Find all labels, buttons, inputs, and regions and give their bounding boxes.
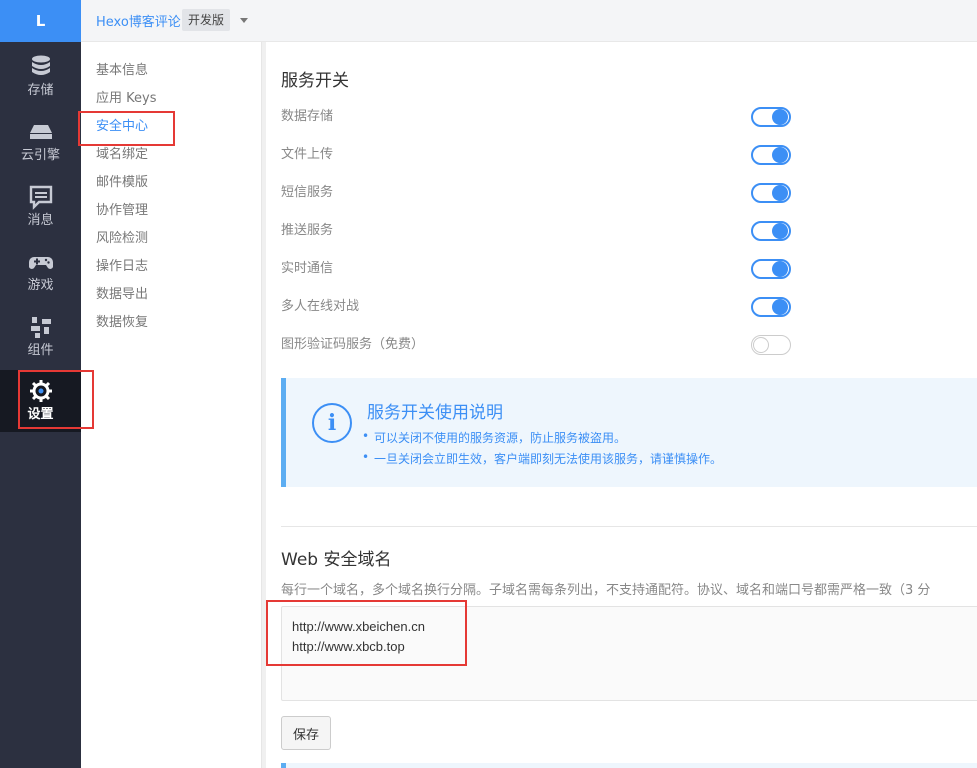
app-logo[interactable]: L [0, 0, 81, 42]
toggle-knob [753, 337, 769, 353]
nav-game-label: 游戏 [27, 278, 54, 293]
service-row: 实时通信 [281, 258, 791, 280]
web-domain-description: 每行一个域名，多个域名换行分隔。子域名需每条列出，不支持通配符。协议、域名和端口… [281, 583, 931, 598]
toggle-knob [772, 261, 788, 277]
subnav-item-collaboration[interactable]: 协作管理 [96, 201, 148, 221]
toggle-knob [772, 147, 788, 163]
env-badge: 开发版 [182, 9, 231, 31]
subnav-item-risk-detection[interactable]: 风险检测 [96, 229, 148, 249]
nav-cloud-engine[interactable]: 云引擎 [0, 111, 81, 173]
service-row: 多人在线对战 [281, 296, 791, 318]
info-callout: i 服务开关使用说明 可以关闭不使用的服务资源，防止服务被盗用。 一旦关闭会立即… [281, 378, 977, 487]
main-nav-rail: L 存储 云引擎 消息 游戏 组件 设置 [0, 0, 81, 768]
services-section-title: 服务开关 [281, 71, 349, 91]
service-toggle[interactable] [751, 145, 791, 165]
subnav-item-email-templates[interactable]: 邮件模版 [96, 173, 148, 193]
gear-icon [29, 380, 52, 402]
info-line: 一旦关闭会立即生效，客户端即刻无法使用该服务，请谨慎操作。 [362, 450, 722, 467]
info-icon: i [312, 403, 352, 443]
service-toggle[interactable] [751, 335, 791, 355]
subnav-item-basic-info[interactable]: 基本信息 [96, 61, 148, 81]
service-toggle[interactable] [751, 221, 791, 241]
settings-subnav: 基本信息 应用 Keys 安全中心 域名绑定 邮件模版 协作管理 风险检测 操作… [81, 42, 262, 768]
app-switcher-name[interactable]: Hexo博客评论 [96, 11, 181, 30]
nav-settings[interactable]: 设置 [0, 370, 81, 432]
service-label: 短信服务 [281, 185, 334, 200]
nav-cloud-engine-label: 云引擎 [20, 148, 60, 163]
info-title: 服务开关使用说明 [367, 403, 503, 423]
nav-storage[interactable]: 存储 [0, 46, 81, 108]
next-callout-edge [281, 763, 977, 768]
toggle-knob [772, 223, 788, 239]
nav-game[interactable]: 游戏 [0, 241, 81, 303]
main-content: 服务开关 数据存储 文件上传 短信服务 推送服务 实时通信 多人在线对战 图形验… [266, 42, 977, 768]
toggle-knob [772, 109, 788, 125]
components-icon [30, 317, 51, 338]
subnav-item-app-keys[interactable]: 应用 Keys [96, 89, 156, 109]
service-row: 推送服务 [281, 220, 791, 242]
service-row: 数据存储 [281, 106, 791, 128]
service-label: 数据存储 [281, 109, 334, 124]
service-toggle[interactable] [751, 297, 791, 317]
service-label: 多人在线对战 [281, 299, 360, 314]
nav-message-label: 消息 [27, 213, 54, 228]
gamepad-icon [28, 257, 53, 269]
service-row: 文件上传 [281, 144, 791, 166]
service-label: 文件上传 [281, 147, 334, 162]
subnav-item-data-restore[interactable]: 数据恢复 [96, 313, 148, 333]
save-button[interactable]: 保存 [281, 716, 331, 750]
nav-message[interactable]: 消息 [0, 176, 81, 238]
nav-storage-label: 存储 [27, 83, 54, 98]
web-domain-textarea[interactable] [281, 606, 977, 701]
service-toggle[interactable] [751, 259, 791, 279]
toggle-knob [772, 299, 788, 315]
service-label: 图形验证码服务（免费） [281, 337, 425, 352]
database-icon [31, 55, 50, 75]
subnav-item-data-export[interactable]: 数据导出 [96, 285, 148, 305]
service-label: 实时通信 [281, 261, 334, 276]
toggle-knob [772, 185, 788, 201]
service-toggle[interactable] [751, 107, 791, 127]
info-line: 可以关闭不使用的服务资源，防止服务被盗用。 [362, 429, 626, 446]
top-bar: Hexo博客评论 开发版 [81, 0, 977, 42]
chevron-down-icon[interactable] [240, 18, 248, 23]
service-toggle[interactable] [751, 183, 791, 203]
cloud-engine-icon [29, 125, 52, 139]
message-icon [29, 185, 52, 210]
subnav-item-security-center[interactable]: 安全中心 [96, 117, 148, 137]
service-row: 图形验证码服务（免费） [281, 334, 791, 356]
subnav-item-domain-binding[interactable]: 域名绑定 [96, 145, 148, 165]
subnav-item-operation-log[interactable]: 操作日志 [96, 257, 148, 277]
service-label: 推送服务 [281, 223, 334, 238]
section-divider [281, 526, 977, 527]
nav-components[interactable]: 组件 [0, 306, 81, 368]
nav-settings-label: 设置 [27, 407, 54, 422]
nav-components-label: 组件 [27, 343, 54, 358]
web-domain-title: Web 安全域名 [281, 550, 392, 570]
service-row: 短信服务 [281, 182, 791, 204]
